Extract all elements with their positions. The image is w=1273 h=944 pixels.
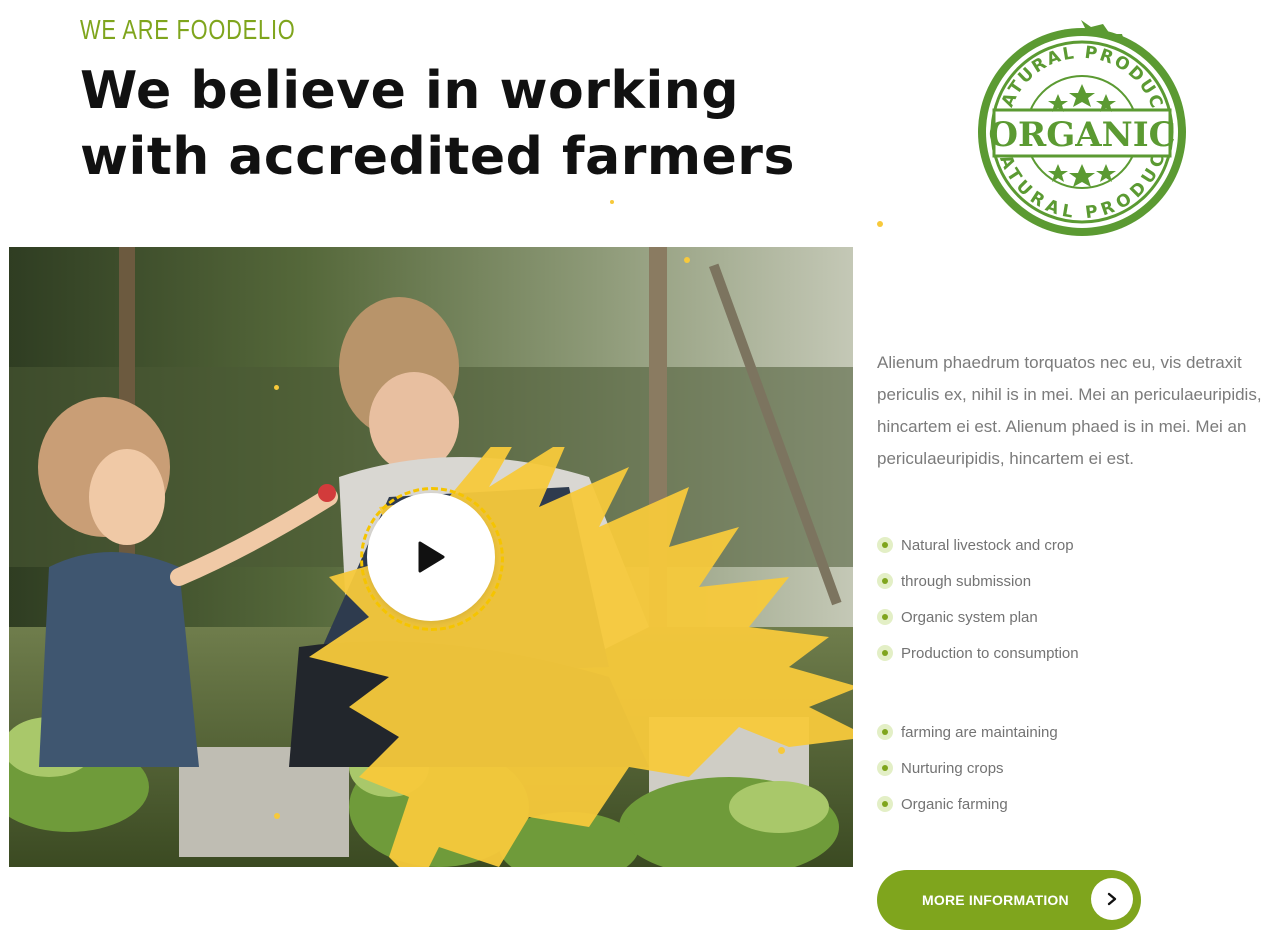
organic-stamp: NATURAL PRODUCT NATURAL PRODUCT ORGANIC <box>966 14 1198 248</box>
feature-label: Organic system plan <box>901 608 1038 626</box>
cta-label: MORE INFORMATION <box>922 892 1069 908</box>
features-list-primary: Natural livestock and crop through submi… <box>877 527 1079 671</box>
feature-label: Organic farming <box>901 795 1008 813</box>
list-item: farming are maintaining <box>877 714 1058 750</box>
feature-label: through submission <box>901 572 1032 590</box>
play-icon <box>418 541 445 573</box>
cta-arrow-circle <box>1091 878 1133 920</box>
feature-label: Natural livestock and crop <box>901 536 1074 554</box>
splash-dot <box>877 221 883 227</box>
chevron-right-icon <box>1107 892 1117 906</box>
section-eyebrow: WE ARE FOODELIO <box>80 14 296 45</box>
play-video-button[interactable] <box>367 493 495 621</box>
list-item: through submission <box>877 563 1079 599</box>
bullet-icon <box>877 724 893 740</box>
list-item: Natural livestock and crop <box>877 527 1079 563</box>
splash-dot <box>610 200 614 204</box>
intro-paragraph: Alienum phaedrum torquatos nec eu, vis d… <box>877 353 1262 468</box>
feature-label: Production to consumption <box>901 644 1079 662</box>
bullet-icon <box>877 645 893 661</box>
list-item: Production to consumption <box>877 635 1079 671</box>
splash-dot <box>778 747 785 754</box>
section-headline: We believe in working with accredited fa… <box>80 61 795 187</box>
bullet-icon <box>877 609 893 625</box>
bullet-icon <box>877 760 893 776</box>
stamp-center-text: ORGANIC <box>988 115 1175 155</box>
bullet-icon <box>877 796 893 812</box>
bullet-icon <box>877 573 893 589</box>
list-item: Nurturing crops <box>877 750 1058 786</box>
list-item: Organic system plan <box>877 599 1079 635</box>
feature-label: Nurturing crops <box>901 759 1004 777</box>
feature-label: farming are maintaining <box>901 723 1058 741</box>
about-section: WE ARE FOODELIO We believe in working wi… <box>0 0 1273 944</box>
splash-dot <box>684 257 690 263</box>
bullet-icon <box>877 537 893 553</box>
splash-dot <box>274 813 280 819</box>
more-information-button[interactable]: MORE INFORMATION <box>877 870 1141 930</box>
features-list-secondary: farming are maintaining Nurturing crops … <box>877 714 1058 822</box>
splash-dot <box>274 385 279 390</box>
list-item: Organic farming <box>877 786 1058 822</box>
